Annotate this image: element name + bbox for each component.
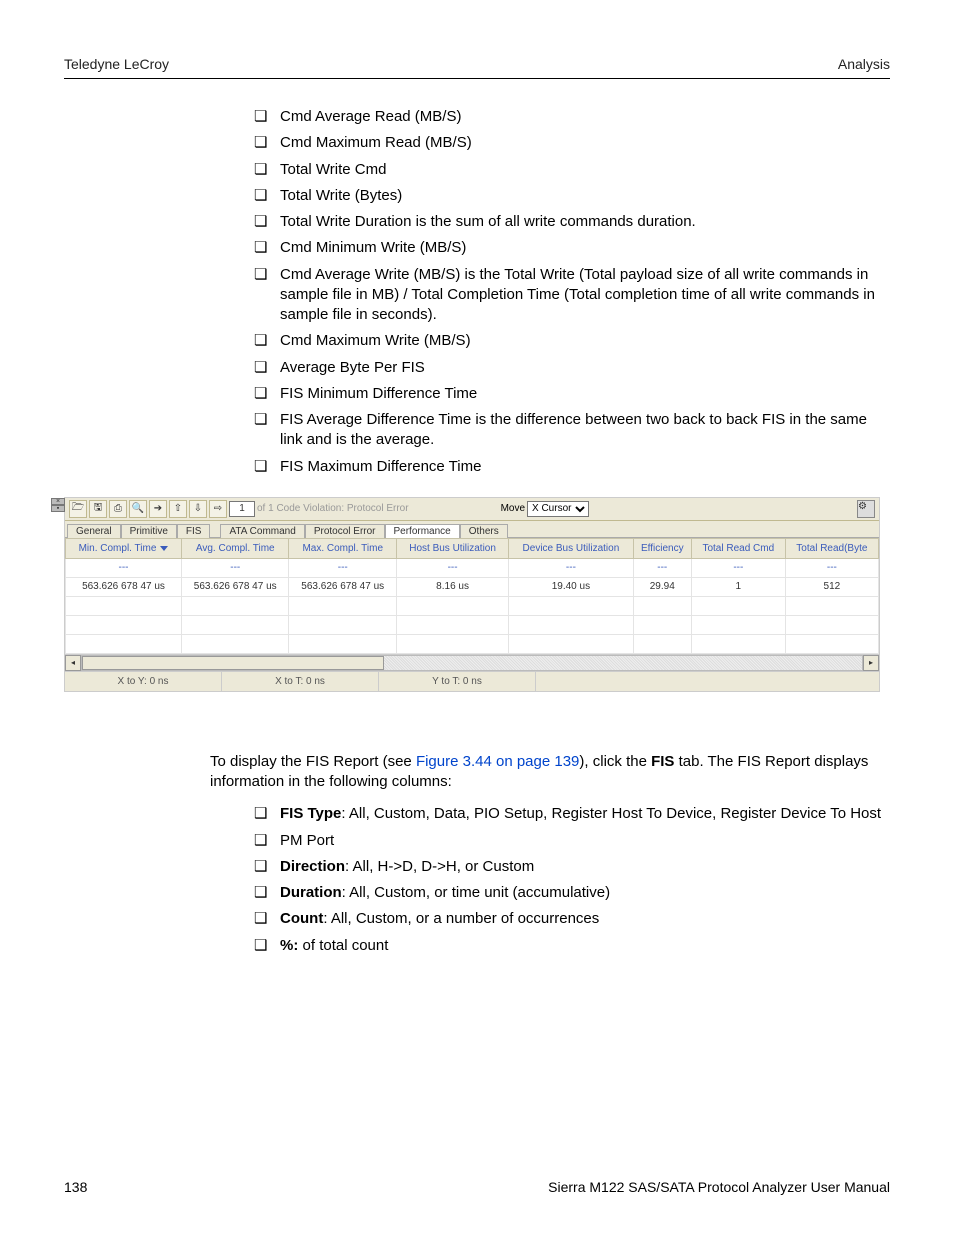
- toolbar-crumb: of 1 Code Violation: Protocol Error: [257, 503, 409, 514]
- arrow-up-icon[interactable]: ⇧: [169, 500, 187, 518]
- metrics-list: Cmd Average Read (MB/S) Cmd Maximum Read…: [254, 107, 890, 477]
- save-icon[interactable]: 🖫: [89, 500, 107, 518]
- tab-primitive[interactable]: Primitive: [121, 524, 177, 538]
- app-window: ×▪ 🗁 🖫 ⎙ 🔍 ➔ ⇧ ⇩ ⇨ 1 of 1 Code Violation…: [64, 497, 880, 692]
- list-item: Direction: All, H->D, D->H, or Custom: [254, 857, 890, 877]
- table-row: [66, 615, 879, 634]
- manual-title: Sierra M122 SAS/SATA Protocol Analyzer U…: [548, 1179, 890, 1195]
- open-icon[interactable]: 🗁: [69, 500, 87, 518]
- sort-desc-icon: [160, 546, 168, 551]
- status-bar: X to Y: 0 ns X to T: 0 ns Y to T: 0 ns: [65, 671, 879, 691]
- list-item: FIS Minimum Difference Time: [254, 384, 890, 404]
- list-item: Cmd Maximum Write (MB/S): [254, 331, 890, 351]
- list-item: FIS Type: All, Custom, Data, PIO Setup, …: [254, 804, 890, 824]
- tab-others[interactable]: Others: [460, 524, 508, 538]
- page-number-input[interactable]: 1: [229, 501, 255, 517]
- tab-protocol-error[interactable]: Protocol Error: [305, 524, 385, 538]
- col-efficiency[interactable]: Efficiency: [633, 538, 691, 558]
- tab-performance[interactable]: Performance: [385, 524, 460, 538]
- fis-report-paragraph: To display the FIS Report (see Figure 3.…: [210, 752, 890, 793]
- list-item: Count: All, Custom, or a number of occur…: [254, 909, 890, 929]
- dock-handle[interactable]: ×▪: [51, 498, 63, 512]
- list-item: FIS Maximum Difference Time: [254, 457, 890, 477]
- tab-bar: General Primitive FIS ATA Command Protoc…: [65, 521, 879, 537]
- move-label: Move: [501, 503, 525, 514]
- export-icon[interactable]: ➔: [149, 500, 167, 518]
- results-grid: Min. Compl. Time Avg. Compl. Time Max. C…: [65, 537, 879, 671]
- status-x-to-t: X to T: 0 ns: [222, 672, 379, 691]
- print-icon[interactable]: ⎙: [109, 500, 127, 518]
- header-rule: [64, 78, 890, 79]
- tab-ata-command[interactable]: ATA Command: [220, 524, 304, 538]
- move-cursor-select[interactable]: X Cursor: [527, 501, 589, 517]
- fis-columns-list: FIS Type: All, Custom, Data, PIO Setup, …: [254, 804, 890, 956]
- header-right: Analysis: [838, 56, 890, 72]
- toolbar: 🗁 🖫 ⎙ 🔍 ➔ ⇧ ⇩ ⇨ 1 of 1 Code Violation: P…: [65, 498, 879, 521]
- tab-fis[interactable]: FIS: [177, 524, 211, 538]
- header-left: Teledyne LeCroy: [64, 56, 169, 72]
- column-header-row: Min. Compl. Time Avg. Compl. Time Max. C…: [66, 538, 879, 558]
- col-avg-compl-time[interactable]: Avg. Compl. Time: [181, 538, 289, 558]
- list-item: Total Write Cmd: [254, 160, 890, 180]
- col-max-compl-time[interactable]: Max. Compl. Time: [289, 538, 397, 558]
- arrow-right-icon[interactable]: ⇨: [209, 500, 227, 518]
- status-y-to-t: Y to T: 0 ns: [379, 672, 536, 691]
- figure-link[interactable]: Figure 3.44 on page 139: [416, 753, 579, 770]
- page-number: 138: [64, 1179, 87, 1195]
- list-item: Cmd Minimum Write (MB/S): [254, 238, 890, 258]
- properties-icon[interactable]: ⚙: [857, 500, 875, 518]
- col-min-compl-time[interactable]: Min. Compl. Time: [66, 538, 182, 558]
- table-row: [66, 596, 879, 615]
- horizontal-scrollbar[interactable]: ◂ ▸: [65, 654, 879, 671]
- col-device-bus-util[interactable]: Device Bus Utilization: [509, 538, 633, 558]
- list-item: Cmd Maximum Read (MB/S): [254, 133, 890, 153]
- list-item: Total Write Duration is the sum of all w…: [254, 212, 890, 232]
- scroll-left-icon[interactable]: ◂: [65, 655, 81, 671]
- list-item: FIS Average Difference Time is the diffe…: [254, 410, 890, 451]
- list-item: PM Port: [254, 831, 890, 851]
- tab-general[interactable]: General: [67, 524, 121, 538]
- list-item: %: of total count: [254, 936, 890, 956]
- list-item: Duration: All, Custom, or time unit (acc…: [254, 883, 890, 903]
- list-item: Cmd Average Write (MB/S) is the Total Wr…: [254, 265, 890, 326]
- list-item: Cmd Average Read (MB/S): [254, 107, 890, 127]
- col-total-read-cmd[interactable]: Total Read Cmd: [691, 538, 785, 558]
- scroll-right-icon[interactable]: ▸: [863, 655, 879, 671]
- list-item: Total Write (Bytes): [254, 186, 890, 206]
- col-host-bus-util[interactable]: Host Bus Utilization: [396, 538, 508, 558]
- scroll-thumb[interactable]: [82, 656, 384, 670]
- preview-icon[interactable]: 🔍: [129, 500, 147, 518]
- col-total-read-byte[interactable]: Total Read(Byte: [785, 538, 878, 558]
- list-item: Average Byte Per FIS: [254, 358, 890, 378]
- filter-row[interactable]: ------------------------: [66, 558, 879, 577]
- table-row[interactable]: 563.626 678 47 us563.626 678 47 us563.62…: [66, 577, 879, 596]
- status-x-to-y: X to Y: 0 ns: [65, 672, 222, 691]
- table-row: [66, 634, 879, 653]
- arrow-down-icon[interactable]: ⇩: [189, 500, 207, 518]
